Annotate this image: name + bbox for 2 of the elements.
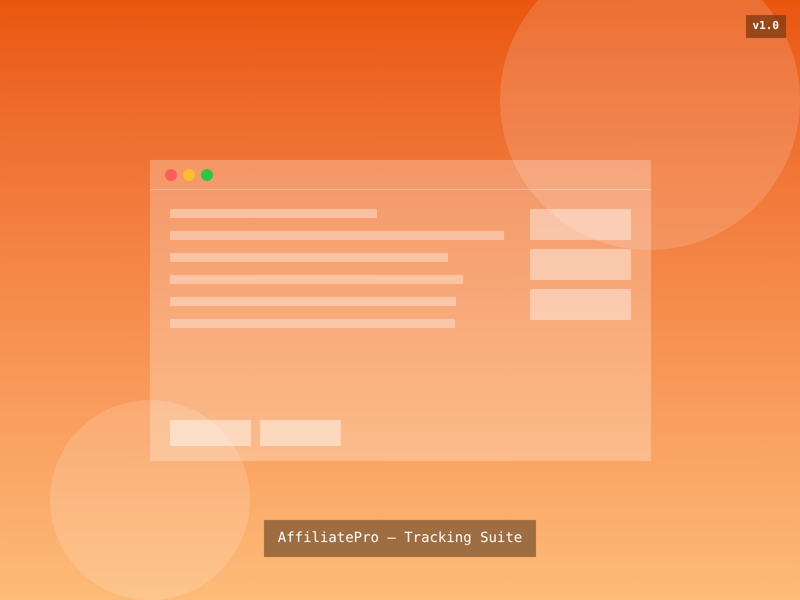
caption: AffiliatePro – Tracking Suite — [264, 520, 536, 557]
version-badge: v1.0 — [746, 15, 786, 38]
